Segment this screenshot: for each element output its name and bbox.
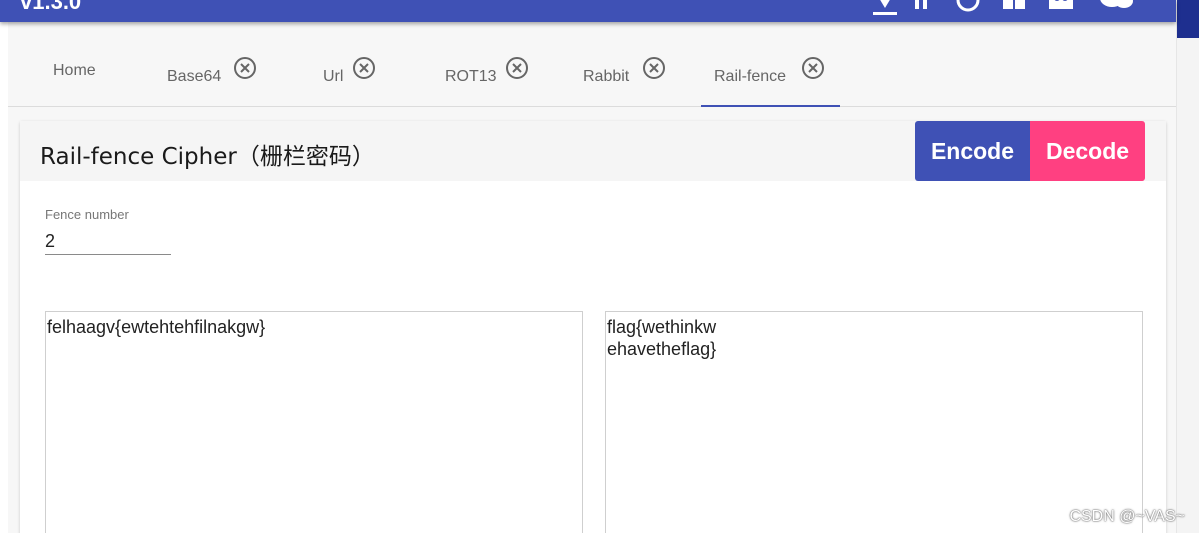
pause-icon[interactable] [909,0,933,22]
tab-rabbit-label: Rabbit [583,68,630,85]
fence-number-input[interactable] [45,228,171,255]
card-header: Rail-fence Cipher（栅栏密码） Encode Decode [20,121,1166,181]
tab-base64-label: Base64 [167,68,222,85]
close-icon[interactable] [801,56,825,80]
clock-icon[interactable] [954,0,982,22]
tab-bar: Home Base64 Url ROT13 Rabbit Rail-fence [8,22,1176,107]
cipher-card: Rail-fence Cipher（栅栏密码） Encode Decode Fe… [20,121,1166,533]
ghost-icon[interactable] [1046,0,1076,22]
app-version: v1.3.0 [20,0,82,14]
fence-number-label: Fence number [45,207,129,222]
download-icon[interactable] [869,0,901,22]
tab-rail-fence[interactable]: Rail-fence [701,22,840,107]
close-icon[interactable] [352,56,376,80]
close-icon[interactable] [642,56,666,80]
input-textarea[interactable]: felhaagv{ewtehtehfilnakgw} [45,311,583,533]
page-title: Rail-fence Cipher（栅栏密码） [40,144,375,170]
chat-icon[interactable] [1099,0,1135,22]
fence-number-field: Fence number [45,207,171,255]
tab-url[interactable]: Url [323,22,403,107]
copy-icon[interactable] [999,0,1029,22]
tab-home-label: Home [53,62,96,79]
watermark: CSDN @~VAS~ [1069,508,1185,525]
decode-button[interactable]: Decode [1030,121,1145,181]
app-bar: v1.3.0 [0,0,1176,22]
tab-rabbit[interactable]: Rabbit [583,22,683,107]
tab-home[interactable]: Home [53,22,113,107]
output-textarea[interactable]: flag{wethinkw ehavetheflag} [605,311,1143,533]
active-tab-indicator [701,105,840,107]
tab-rot13-label: ROT13 [445,68,497,85]
tab-rot13[interactable]: ROT13 [445,22,545,107]
main-page: Home Base64 Url ROT13 Rabbit Rail-fence … [8,22,1176,533]
close-icon[interactable] [233,56,257,80]
tab-url-label: Url [323,68,344,85]
close-icon[interactable] [505,56,529,80]
tab-rail-fence-label: Rail-fence [714,68,787,85]
encode-button[interactable]: Encode [915,121,1030,181]
scrollbar-thumb[interactable] [1177,0,1199,38]
tab-base64[interactable]: Base64 [167,22,267,107]
scrollbar[interactable] [1176,0,1199,533]
